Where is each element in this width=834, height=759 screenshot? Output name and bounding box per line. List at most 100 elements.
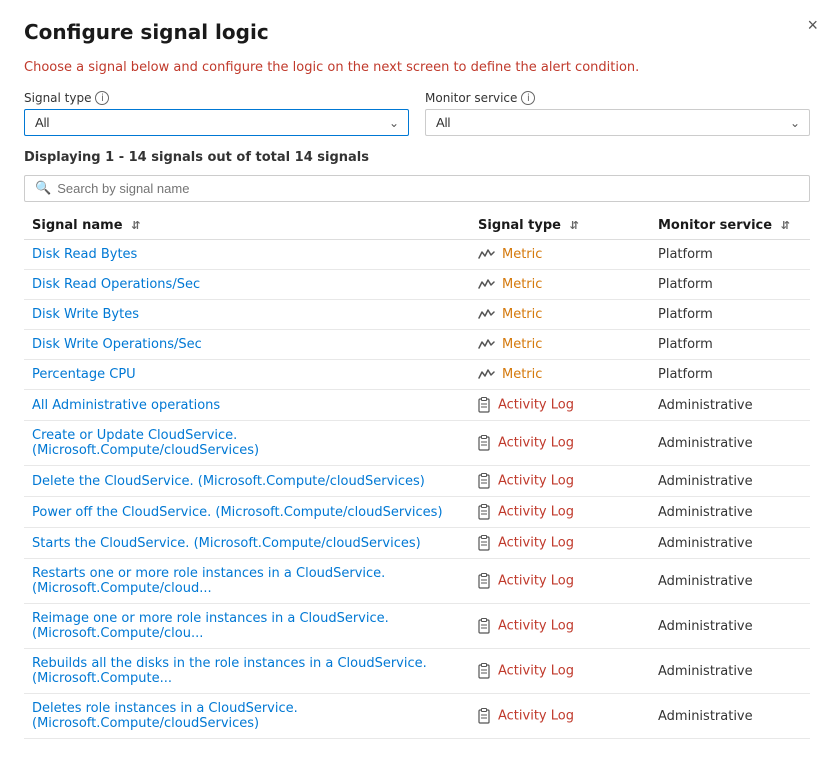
monitor-service-cell: Administrative — [650, 421, 810, 466]
sort-signal-type-icon[interactable]: ⇵ — [569, 219, 578, 232]
signal-type-cell: Activity Log — [470, 694, 650, 739]
monitor-service-cell: Administrative — [650, 528, 810, 559]
signal-type-cell: Metric — [470, 240, 650, 270]
signal-name-link[interactable]: Disk Write Operations/Sec — [32, 337, 202, 352]
table-row: Restarts one or more role instances in a… — [24, 559, 810, 604]
table-header: Signal name ⇵ Signal type ⇵ Monitor serv… — [24, 212, 810, 240]
signal-name-cell: Percentage CPU — [24, 360, 470, 390]
signal-name-link[interactable]: Starts the CloudService. (Microsoft.Comp… — [32, 536, 421, 551]
activity-log-icon — [478, 436, 492, 451]
activity-log-icon — [478, 664, 492, 679]
signal-type-label: Activity Log — [498, 709, 574, 724]
signal-type-info-icon[interactable]: i — [95, 91, 109, 105]
table-row: Rebuilds all the disks in the role insta… — [24, 649, 810, 694]
panel-subtitle: Choose a signal below and configure the … — [24, 60, 810, 75]
signal-name-cell: Disk Write Operations/Sec — [24, 330, 470, 360]
monitor-service-filter-group: Monitor service i All Platform Administr… — [425, 91, 810, 136]
monitor-service-cell: Administrative — [650, 559, 810, 604]
signal-type-label: Metric — [502, 277, 542, 292]
monitor-service-cell: Administrative — [650, 466, 810, 497]
signal-type-label: Metric — [502, 307, 542, 322]
signal-name-link[interactable]: Disk Write Bytes — [32, 307, 139, 322]
signal-name-link[interactable]: Disk Read Bytes — [32, 247, 137, 262]
signal-type-label: Metric — [502, 337, 542, 352]
monitor-service-cell: Platform — [650, 270, 810, 300]
table-row: Disk Write Operations/Sec Metric Platform — [24, 330, 810, 360]
signal-type-cell: Activity Log — [470, 497, 650, 528]
configure-signal-logic-panel: Configure signal logic × Choose a signal… — [0, 0, 834, 759]
metric-icon — [478, 367, 496, 382]
signal-name-cell: Deletes role instances in a CloudService… — [24, 694, 470, 739]
activity-log-icon — [478, 536, 492, 551]
signal-type-cell: Activity Log — [470, 559, 650, 604]
signal-name-link[interactable]: All Administrative operations — [32, 398, 220, 413]
signal-type-label: Activity Log — [498, 664, 574, 679]
signal-type-cell: Metric — [470, 330, 650, 360]
signal-type-label: Activity Log — [498, 436, 574, 451]
signal-type-cell: Activity Log — [470, 649, 650, 694]
monitor-service-cell: Administrative — [650, 497, 810, 528]
signal-type-label: Metric — [502, 247, 542, 262]
signal-name-link[interactable]: Percentage CPU — [32, 367, 136, 382]
signal-type-label: Activity Log — [498, 619, 574, 634]
monitor-service-cell: Platform — [650, 330, 810, 360]
filter-row: Signal type i All Metric Activity Log Lo… — [24, 91, 810, 136]
sort-signal-name-icon[interactable]: ⇵ — [131, 219, 140, 232]
signal-type-label: Activity Log — [498, 536, 574, 551]
monitor-service-cell: Administrative — [650, 694, 810, 739]
activity-log-icon — [478, 474, 492, 489]
search-box: 🔍 — [24, 175, 810, 202]
monitor-service-select[interactable]: All Platform Administrative — [425, 109, 810, 136]
signal-name-cell: Create or Update CloudService. (Microsof… — [24, 421, 470, 466]
table-row: All Administrative operations Activity L… — [24, 390, 810, 421]
activity-log-icon — [478, 709, 492, 724]
signal-type-label: Activity Log — [498, 574, 574, 589]
signal-name-cell: Starts the CloudService. (Microsoft.Comp… — [24, 528, 470, 559]
signal-name-cell: All Administrative operations — [24, 390, 470, 421]
signal-type-label: Metric — [502, 367, 542, 382]
signal-name-cell: Delete the CloudService. (Microsoft.Comp… — [24, 466, 470, 497]
signal-name-link[interactable]: Create or Update CloudService. (Microsof… — [32, 428, 259, 458]
signal-type-select[interactable]: All Metric Activity Log Log Health — [24, 109, 409, 136]
signal-type-label: Activity Log — [498, 474, 574, 489]
signal-name-link[interactable]: Rebuilds all the disks in the role insta… — [32, 656, 427, 686]
signal-name-cell: Restarts one or more role instances in a… — [24, 559, 470, 604]
signal-name-link[interactable]: Restarts one or more role instances in a… — [32, 566, 385, 596]
signal-count-text: Displaying 1 - 14 signals out of total 1… — [24, 150, 810, 165]
signal-name-cell: Rebuilds all the disks in the role insta… — [24, 649, 470, 694]
table-row: Create or Update CloudService. (Microsof… — [24, 421, 810, 466]
metric-icon — [478, 307, 496, 322]
panel-title: Configure signal logic — [24, 20, 810, 44]
signal-name-link[interactable]: Power off the CloudService. (Microsoft.C… — [32, 505, 443, 520]
sort-monitor-service-icon[interactable]: ⇵ — [781, 219, 790, 232]
table-row: Starts the CloudService. (Microsoft.Comp… — [24, 528, 810, 559]
signal-name-link[interactable]: Delete the CloudService. (Microsoft.Comp… — [32, 474, 425, 489]
signal-type-cell: Activity Log — [470, 421, 650, 466]
search-input[interactable] — [57, 181, 799, 196]
col-monitor-service: Monitor service ⇵ — [650, 212, 810, 240]
signal-type-cell: Metric — [470, 360, 650, 390]
metric-icon — [478, 337, 496, 352]
monitor-service-info-icon[interactable]: i — [521, 91, 535, 105]
signal-type-filter-group: Signal type i All Metric Activity Log Lo… — [24, 91, 409, 136]
close-button[interactable]: × — [807, 16, 818, 34]
table-row: Power off the CloudService. (Microsoft.C… — [24, 497, 810, 528]
signal-name-link[interactable]: Disk Read Operations/Sec — [32, 277, 200, 292]
monitor-service-cell: Administrative — [650, 649, 810, 694]
signal-type-select-wrapper: All Metric Activity Log Log Health ⌄ — [24, 109, 409, 136]
activity-log-icon — [478, 574, 492, 589]
monitor-service-cell: Platform — [650, 360, 810, 390]
signal-name-cell: Power off the CloudService. (Microsoft.C… — [24, 497, 470, 528]
signal-name-link[interactable]: Deletes role instances in a CloudService… — [32, 701, 298, 731]
table-body: Disk Read Bytes MetricPlatformDisk Read … — [24, 240, 810, 739]
monitor-service-cell: Platform — [650, 240, 810, 270]
activity-log-icon — [478, 505, 492, 520]
activity-log-icon — [478, 398, 492, 413]
monitor-service-label: Monitor service i — [425, 91, 810, 105]
signal-name-link[interactable]: Reimage one or more role instances in a … — [32, 611, 389, 641]
table-row: Disk Read Operations/Sec Metric Platform — [24, 270, 810, 300]
col-signal-type: Signal type ⇵ — [470, 212, 650, 240]
signal-type-label: Signal type i — [24, 91, 409, 105]
signal-type-label: Activity Log — [498, 398, 574, 413]
monitor-service-cell: Administrative — [650, 390, 810, 421]
